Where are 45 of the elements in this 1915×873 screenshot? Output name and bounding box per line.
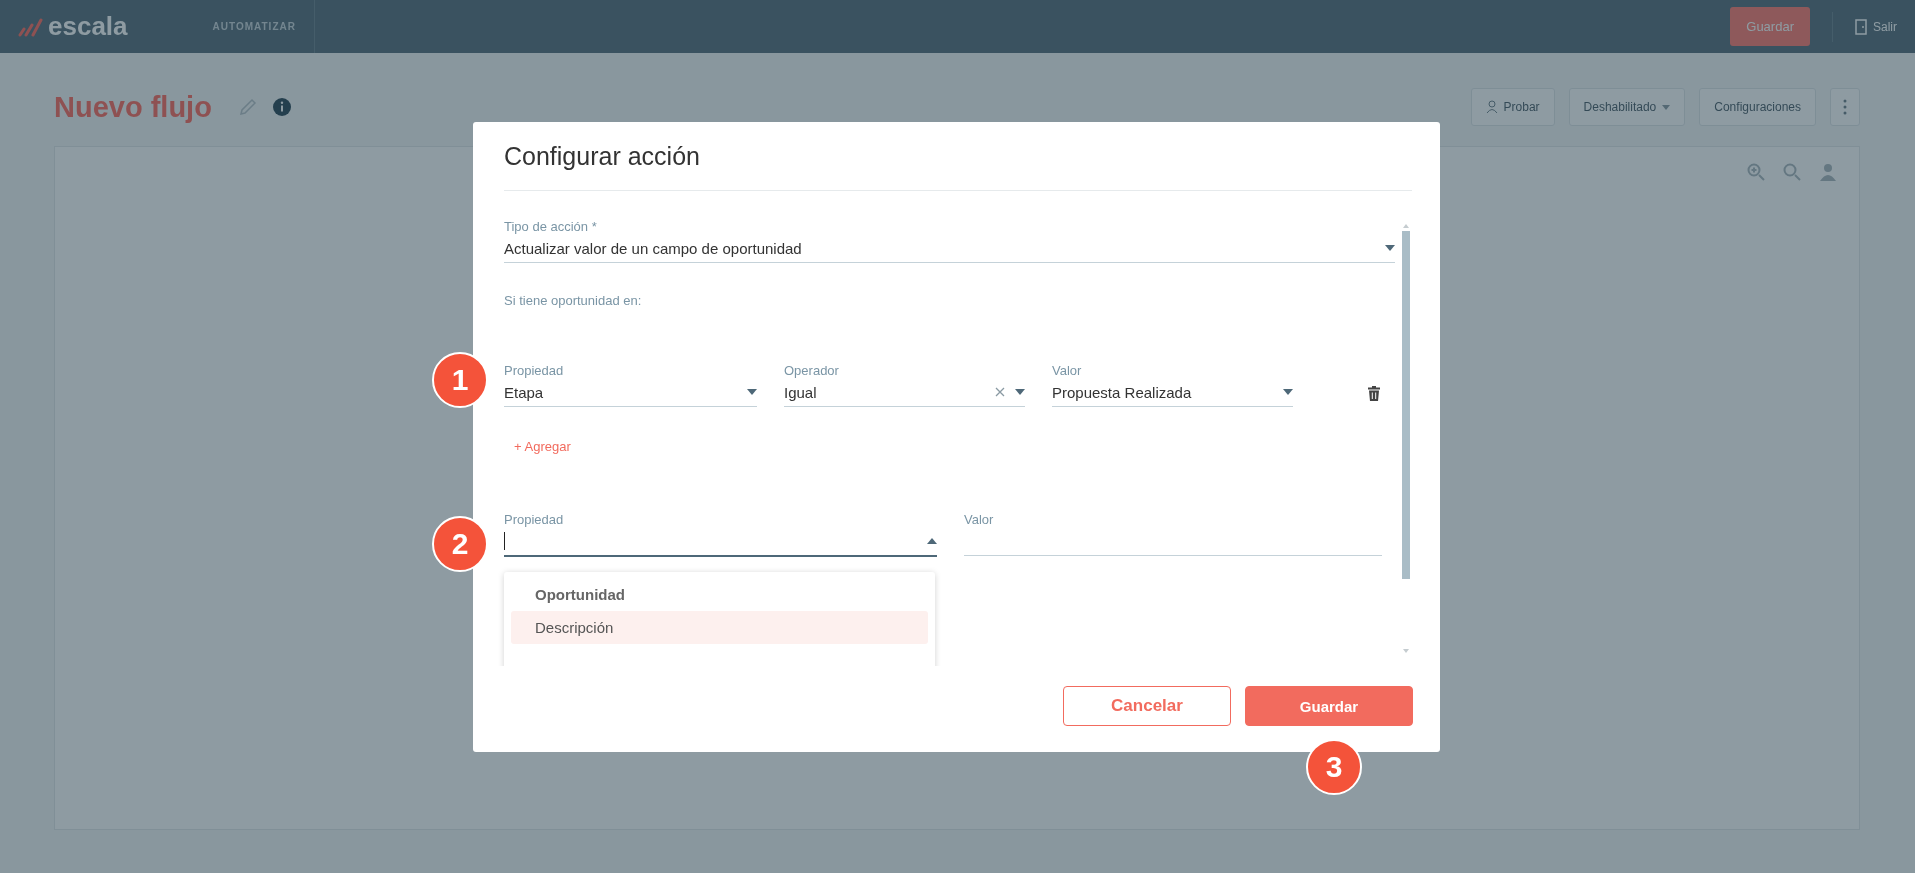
add-link[interactable]: + Agregar bbox=[514, 439, 571, 454]
field-label: Valor bbox=[964, 512, 995, 527]
select-field[interactable]: Etapa bbox=[504, 378, 757, 407]
caret-icon[interactable] bbox=[1015, 389, 1025, 395]
status-dropdown[interactable]: Deshabilitado bbox=[1568, 88, 1686, 126]
trash-icon[interactable] bbox=[1368, 386, 1380, 401]
person-icon[interactable] bbox=[1819, 163, 1837, 181]
kebab-icon bbox=[1843, 99, 1847, 115]
group-label: Oportunidad bbox=[534, 585, 626, 605]
field-label: Operador bbox=[784, 363, 840, 378]
save-button[interactable]: Guardar bbox=[1730, 7, 1810, 46]
settings-button[interactable]: Configuraciones bbox=[1699, 88, 1816, 126]
up-arrow-icon[interactable] bbox=[1403, 224, 1409, 228]
save-button[interactable]: Guardar bbox=[1245, 686, 1413, 726]
field-label: Tipo de acción * bbox=[504, 219, 598, 234]
down-arrow-icon[interactable] bbox=[1403, 649, 1409, 653]
search-icon[interactable] bbox=[1783, 163, 1801, 181]
action-type-select[interactable]: Actualizar valor de un campo de oportunidad bbox=[504, 234, 1395, 263]
page-title: Nuevo flujo bbox=[54, 90, 212, 124]
field-label: Propiedad bbox=[504, 512, 565, 527]
caret-icon[interactable] bbox=[1385, 245, 1395, 251]
pencil-icon[interactable] bbox=[237, 97, 258, 117]
cancel-button[interactable]: Cancelar bbox=[1063, 686, 1231, 726]
person-icon bbox=[1485, 100, 1498, 114]
dialog-title: Configurar acción bbox=[504, 122, 1412, 191]
caret-icon[interactable] bbox=[1283, 389, 1293, 395]
select-field[interactable]: Igual bbox=[784, 378, 1025, 407]
caret-icon bbox=[1662, 104, 1671, 110]
door-icon bbox=[1855, 18, 1867, 35]
step-marker: 3 bbox=[1306, 739, 1362, 795]
field-label: Propiedad bbox=[504, 363, 565, 378]
logo-text: escala bbox=[48, 11, 128, 42]
select-field[interactable]: Propuesta Realizada bbox=[1052, 378, 1293, 407]
menu-option[interactable]: Descripción bbox=[511, 611, 928, 644]
zoom-in-icon[interactable] bbox=[1747, 163, 1765, 181]
clear-icon[interactable] bbox=[995, 387, 1005, 397]
test-button[interactable]: Probar bbox=[1470, 88, 1555, 126]
caret-icon[interactable] bbox=[747, 389, 757, 395]
section-label: AUTOMATIZAR bbox=[212, 0, 315, 53]
section-label: Si tiene oportunidad en: bbox=[504, 293, 643, 308]
caret-icon[interactable] bbox=[927, 538, 937, 544]
exit-button[interactable]: Salir bbox=[1855, 18, 1897, 35]
bars-logo-icon bbox=[18, 16, 44, 37]
info-icon[interactable] bbox=[271, 97, 292, 117]
field-label: Valor bbox=[1052, 363, 1083, 378]
